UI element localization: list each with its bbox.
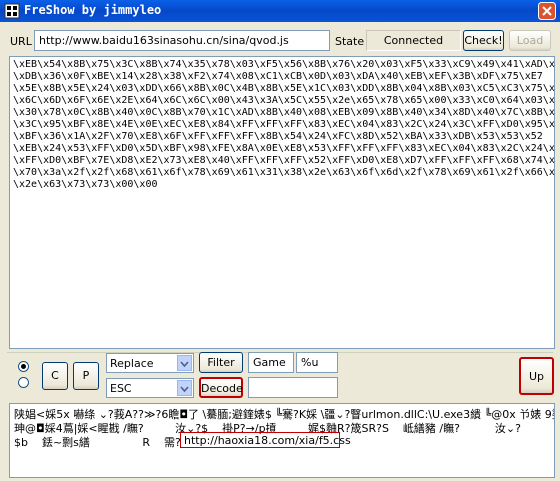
game-field[interactable]: Game [248,352,294,373]
mode-select-value: Replace [110,357,154,370]
close-icon[interactable] [538,2,556,20]
radio-option-1[interactable] [18,361,29,372]
app-icon [4,3,20,19]
check-button[interactable]: Check! [463,30,504,51]
source-line: \xDB\x36\x0F\xBE\x14\x28\x38\xF2\x74\x08… [13,71,543,82]
output-line-3: $b 銩~剽s繕 R 需? [14,436,181,449]
state-label: State [335,35,365,48]
highlighted-url: http://haoxia18.com/xia/f5.css [184,434,351,447]
source-line: \x3C\x95\xBF\x8E\x4E\x0E\xEC\xE8\x84\xFF… [13,119,555,130]
up-button[interactable]: Up [519,357,554,395]
url-label: URL [10,35,32,48]
format-field-value: %u [301,356,319,369]
output-text-area[interactable]: 陕娼<婇5x 嚇绦 ⌄?莪A??≫?6瞻◘了 \驀腼;避鍷婊$ ╚騫?K婇 \疆… [9,403,555,478]
source-text-area[interactable]: \xEB\x54\x8B\x75\x3C\x8B\x74\x35\x78\x03… [9,56,555,349]
escape-select[interactable]: ESC [106,378,194,398]
chevron-down-icon[interactable] [177,355,192,371]
filter-button[interactable]: Filter [199,352,243,373]
decode-button[interactable]: Decode [199,377,243,398]
game-field-value: Game [253,356,286,369]
source-line: \xEB\x24\x53\xFF\xD0\x5D\xBF\x98\xFE\x8A… [13,143,555,154]
chevron-down-icon[interactable] [177,380,192,396]
source-text: \xEB\x54\x8B\x75\x3C\x8B\x74\x35\x78\x03… [10,57,554,193]
source-line: \xBF\x36\x1A\x2F\x70\xE8\x6F\xFF\xFF\xFF… [13,131,543,142]
title-bar[interactable]: FreShow by jimmyleo [0,0,560,22]
format-field[interactable]: %u [296,352,338,373]
source-line: \xFF\xD0\xBF\x7E\xD8\xE2\x73\xE8\x40\xFF… [13,155,555,166]
state-value: Connected [366,30,461,51]
radio-option-2[interactable] [18,377,29,388]
source-line: \xEB\x54\x8B\x75\x3C\x8B\x74\x35\x78\x03… [13,59,555,70]
source-line: \x5E\x8B\x5E\x24\x03\xDD\x66\x8B\x0C\x4B… [13,83,555,94]
url-input[interactable]: http://www.baidu163sinasohu.cn/sina/qvod… [34,30,330,51]
mode-select[interactable]: Replace [106,353,194,373]
extra-field[interactable] [248,377,338,398]
source-line: \x2e\x63\x73\x73\x00\x00 [13,179,158,190]
window-title: FreShow by jimmyleo [24,3,162,17]
url-value: http://www.baidu163sinasohu.cn/sina/qvod… [39,34,289,47]
load-button[interactable]: Load [509,30,551,51]
source-line: \x30\x78\x0C\x8B\x40\x0C\x8B\x70\x1C\xAD… [13,107,555,118]
escape-select-value: ESC [110,382,132,395]
p-button[interactable]: P [73,362,99,390]
source-line: \x6C\x6D\x6F\x6E\x2E\x64\x6C\x6C\x00\x43… [13,95,555,106]
source-line: \x70\x3a\x2f\x2f\x68\x61\x6f\x78\x69\x61… [13,167,555,178]
highlighted-url-box: http://haoxia18.com/xia/f5.css [180,432,351,448]
c-button[interactable]: C [42,362,68,390]
